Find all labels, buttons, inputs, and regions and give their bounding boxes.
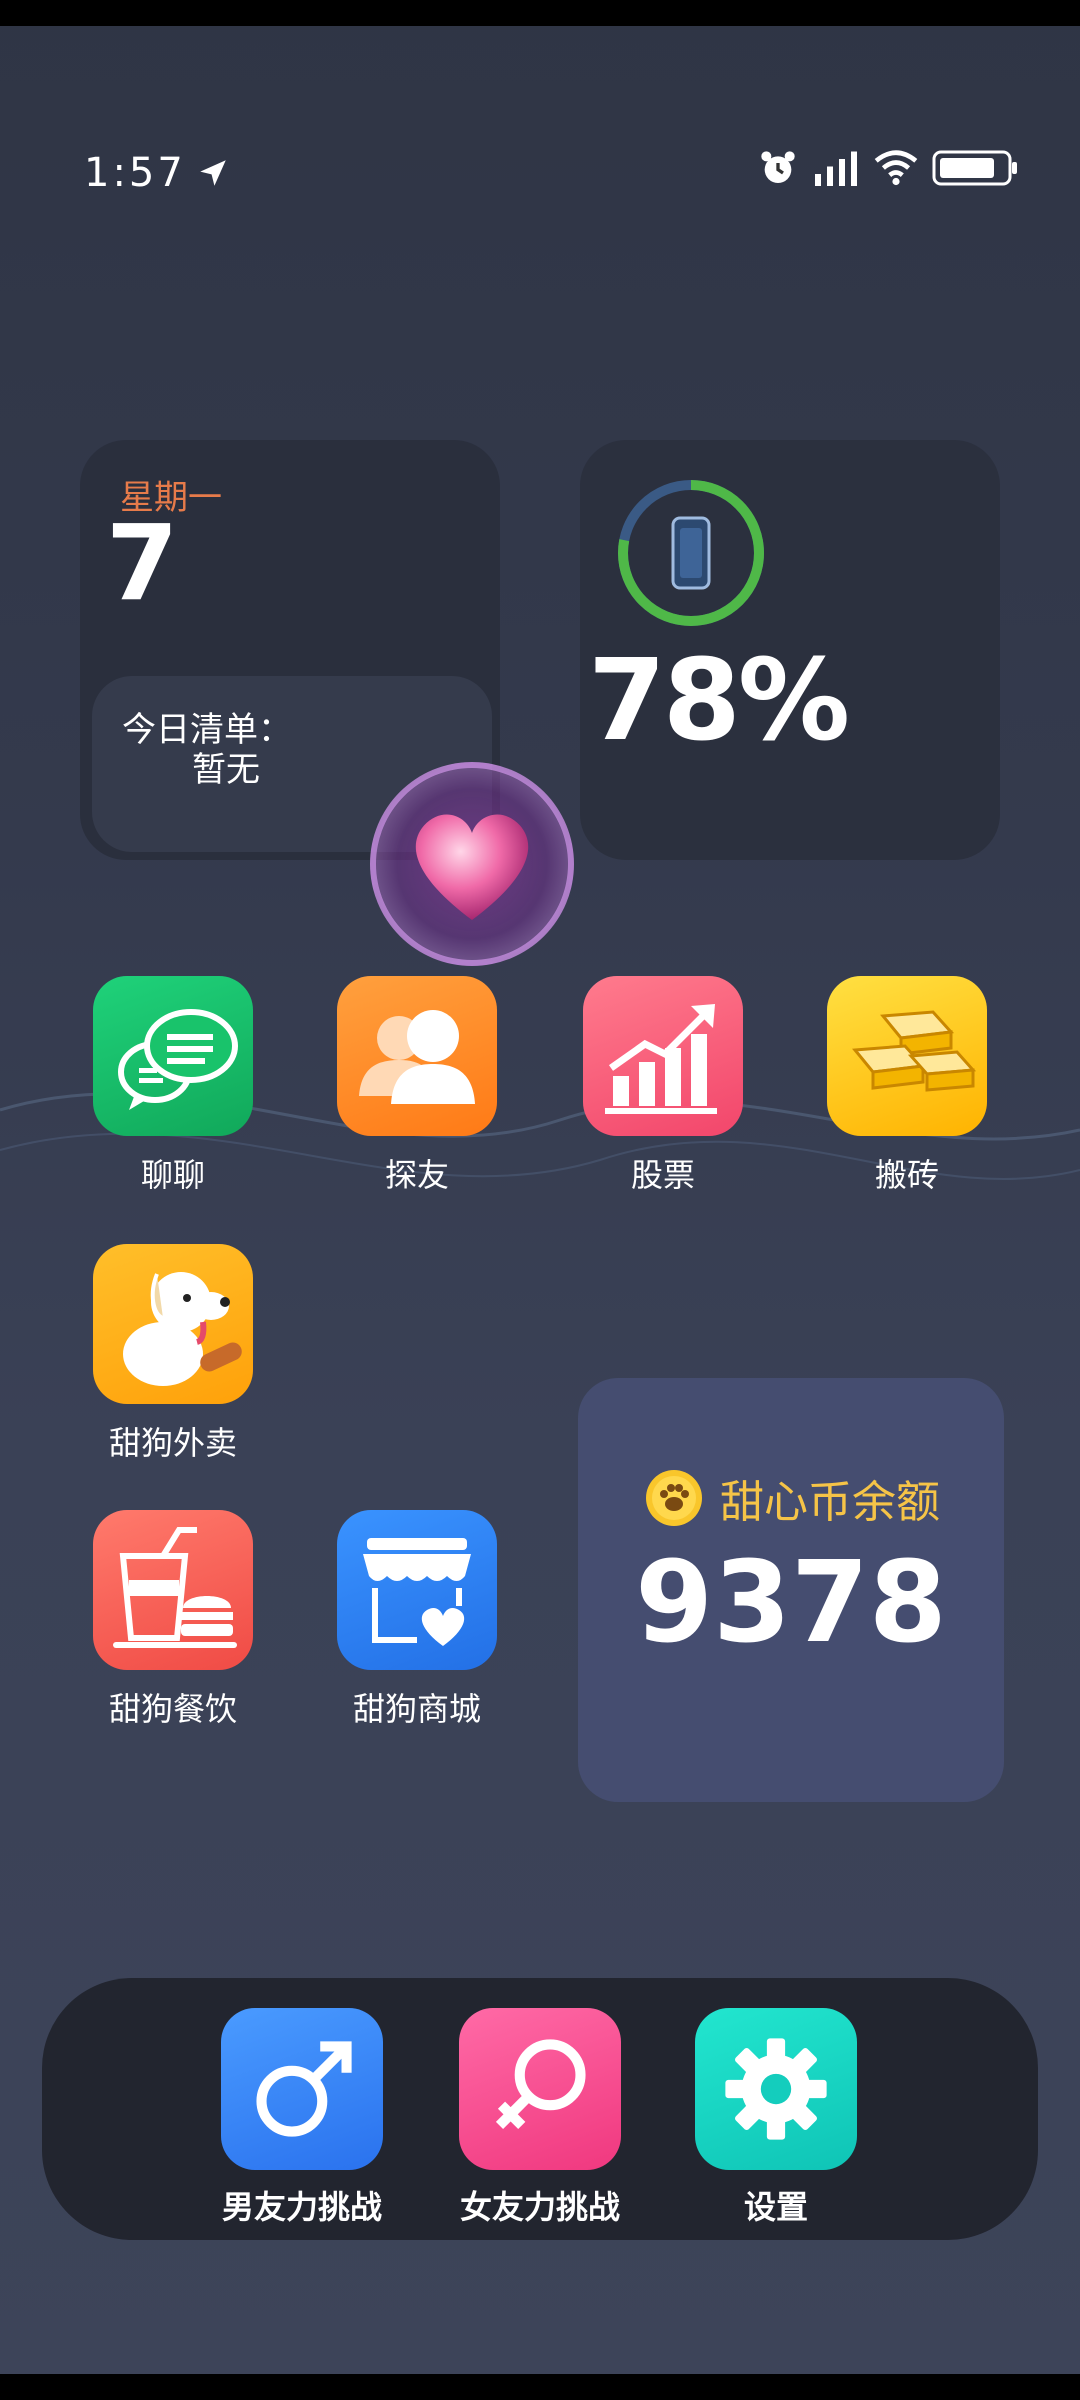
friends-icon: [337, 976, 497, 1136]
todo-value: 暂无: [192, 750, 260, 790]
alarm-icon: [761, 151, 795, 183]
paw-coin-icon: [646, 1470, 702, 1526]
battery-status-icon: [932, 150, 1017, 186]
app-label-dog-food: 甜狗餐饮: [108, 1690, 237, 1728]
status-time: 1:57: [84, 150, 230, 196]
app-label-gold: 搬砖: [874, 1156, 939, 1194]
status-icons: [758, 148, 1020, 188]
gold-bars-icon: [827, 976, 987, 1136]
dock-app-settings[interactable]: 设置: [676, 2008, 876, 2228]
coin-value: 9378: [635, 1538, 947, 1668]
male-symbol-icon: [221, 2008, 383, 2170]
day-number: 7: [106, 502, 179, 624]
gear-icon: [695, 2008, 857, 2170]
app-stocks[interactable]: 股票: [582, 976, 744, 1196]
app-label-dog-store: 甜狗商城: [352, 1690, 481, 1728]
battery-ring: [618, 480, 764, 626]
dog-icon: [93, 1244, 253, 1404]
chat-icon: [93, 976, 253, 1136]
top-edge: [0, 0, 1080, 26]
heart-icon: [415, 814, 529, 920]
app-dog-delivery[interactable]: 甜狗外卖: [92, 1244, 254, 1464]
app-dog-store[interactable]: 甜狗商城: [336, 1510, 498, 1730]
dock: 男友力挑战 女友力挑战 设置: [42, 1978, 1038, 2240]
dock-app-girlfriend-challenge[interactable]: 女友力挑战: [440, 2008, 640, 2228]
battery-widget[interactable]: 78%: [580, 440, 1000, 860]
wifi-icon: [874, 150, 918, 186]
coin-label-row: 甜心币余额: [644, 1466, 940, 1530]
app-gold[interactable]: 搬砖: [826, 976, 988, 1196]
coin-balance-widget[interactable]: 甜心币余额 9378: [578, 1378, 1004, 1802]
app-label-dog-delivery: 甜狗外卖: [108, 1424, 237, 1462]
app-label-chat: 聊聊: [140, 1156, 205, 1194]
time-text: 1:57: [84, 150, 186, 196]
dock-label-girlfriend: 女友力挑战: [459, 2188, 620, 2226]
phone-icon: [671, 516, 711, 590]
app-label-stocks: 股票: [630, 1156, 695, 1194]
dock-app-boyfriend-challenge[interactable]: 男友力挑战: [202, 2008, 402, 2228]
floating-heart-button[interactable]: [370, 762, 574, 966]
coin-label: 甜心币余额: [720, 1477, 940, 1528]
battery-percent: 78%: [588, 636, 850, 766]
dock-label-settings: 设置: [743, 2188, 808, 2226]
dock-label-boyfriend: 男友力挑战: [221, 2188, 382, 2226]
app-chat[interactable]: 聊聊: [92, 976, 254, 1196]
female-symbol-icon: [459, 2008, 621, 2170]
store-icon: [337, 1510, 497, 1670]
app-label-friends: 探友: [384, 1156, 449, 1194]
location-arrow-icon: [200, 160, 226, 186]
app-dog-food[interactable]: 甜狗餐饮: [92, 1510, 254, 1730]
food-icon: [93, 1510, 253, 1670]
signal-icon: [815, 151, 857, 186]
app-friends[interactable]: 探友: [336, 976, 498, 1196]
stock-chart-icon: [583, 976, 743, 1136]
bottom-edge: [0, 2374, 1080, 2400]
